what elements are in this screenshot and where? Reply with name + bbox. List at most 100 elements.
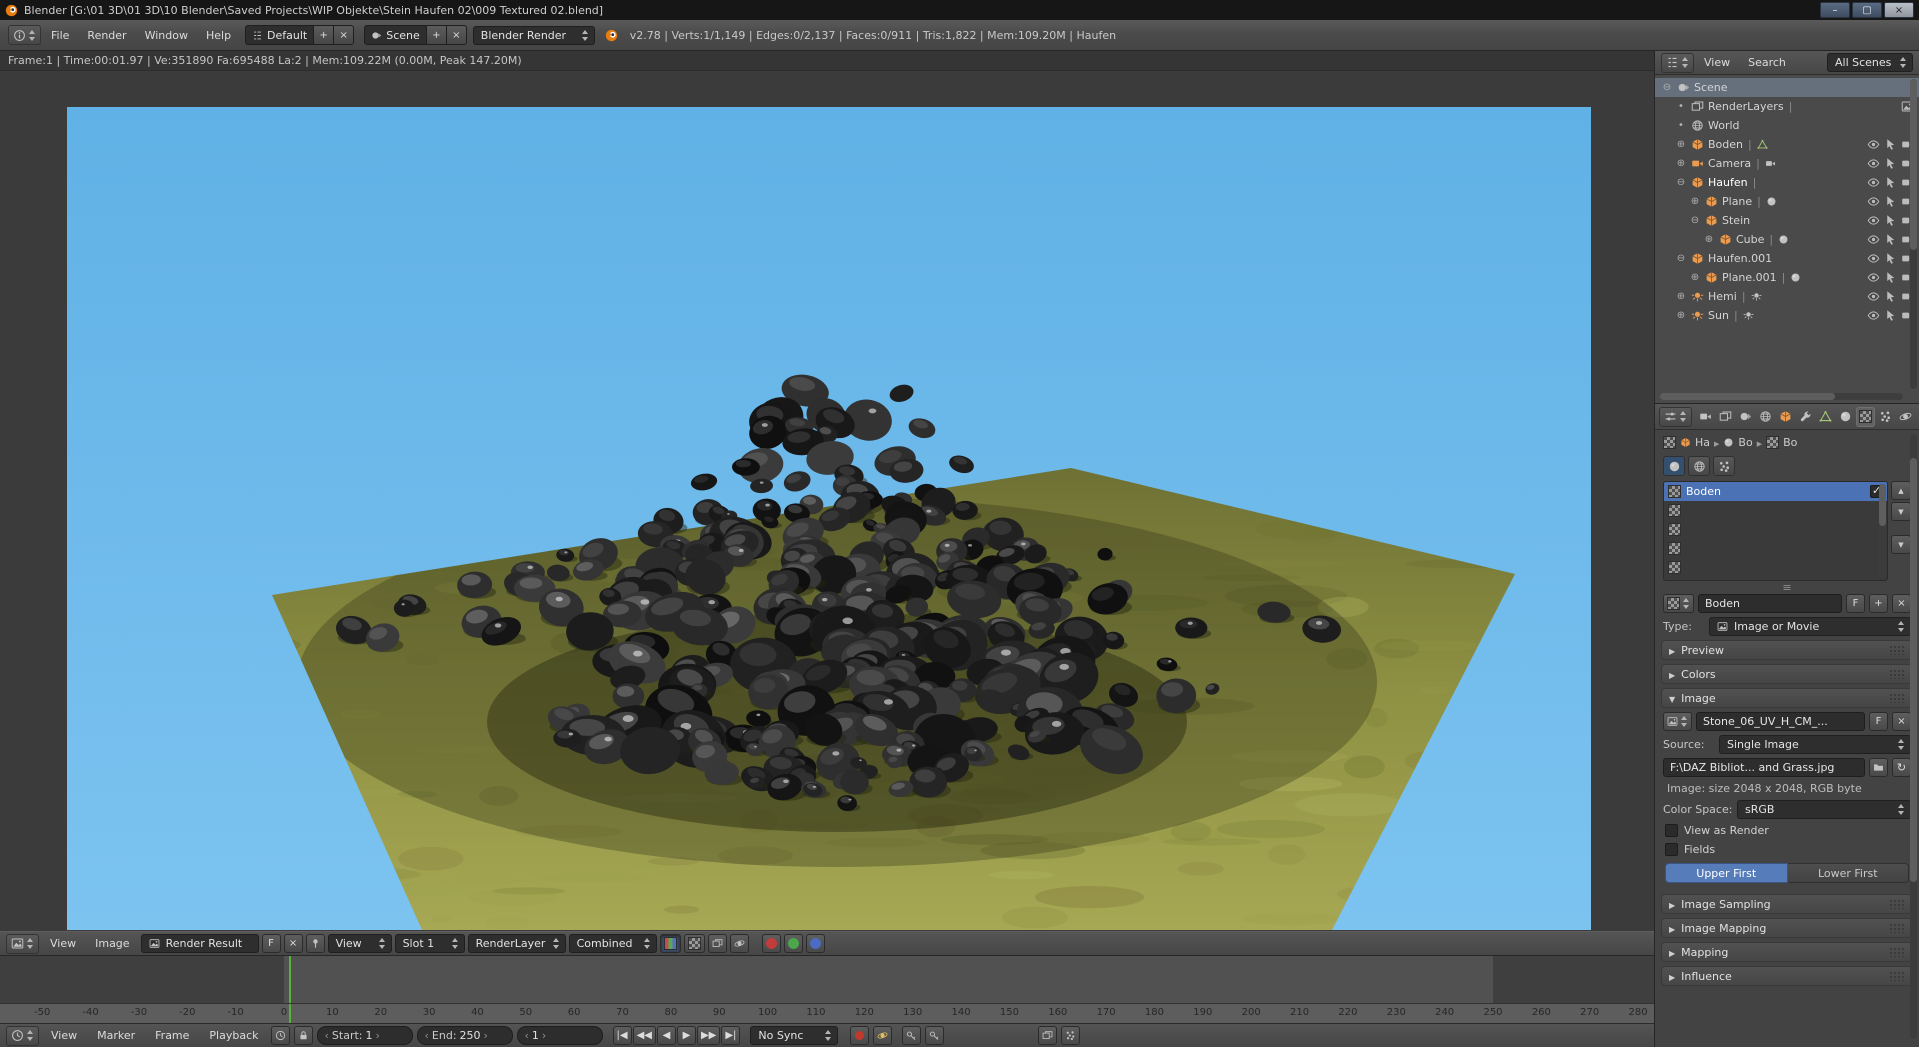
current-frame-field[interactable]: 1 xyxy=(516,1026,603,1045)
section-image-mapping[interactable]: Image Mapping xyxy=(1661,918,1913,938)
selectability-cursor-icon[interactable] xyxy=(1884,195,1897,208)
outliner-display-selector[interactable]: All Scenes xyxy=(1827,53,1913,72)
image-name-field[interactable]: Stone_06_UV_H_CM_... xyxy=(1696,712,1865,731)
tab-render[interactable] xyxy=(1696,407,1715,427)
disclosure-icon[interactable] xyxy=(1661,82,1673,93)
texture-slot-list[interactable]: Boden xyxy=(1663,481,1888,581)
section-preview[interactable]: Preview xyxy=(1661,640,1913,660)
tab-physics[interactable] xyxy=(1896,407,1915,427)
layout-field[interactable]: Default xyxy=(245,25,315,45)
timeline-ruler[interactable]: -50 -40 -30 -20 -10 0 10 20 30 40 50 60 70 80 90 100 110… xyxy=(0,1004,1654,1024)
next-keyframe-button[interactable]: ▶▶ xyxy=(696,1026,721,1045)
disclosure-icon[interactable] xyxy=(1675,253,1687,264)
render-engine-selector[interactable]: Blender Render xyxy=(472,25,595,45)
tab-modifiers[interactable] xyxy=(1796,407,1815,427)
menu-help[interactable]: Help xyxy=(198,26,239,45)
scene-field[interactable]: Scene xyxy=(364,25,427,45)
properties-scrollbar[interactable] xyxy=(1910,434,1917,1039)
play-button[interactable]: ▶ xyxy=(676,1026,696,1045)
breadcrumb-material[interactable]: Bo xyxy=(1738,436,1752,449)
render-pass-selector[interactable]: Combined xyxy=(568,934,657,953)
minimize-button[interactable]: – xyxy=(1820,2,1850,18)
disclosure-icon[interactable] xyxy=(1703,234,1715,245)
texture-slot-empty[interactable] xyxy=(1664,539,1887,558)
visibility-eye-icon[interactable] xyxy=(1867,157,1880,170)
section-influence[interactable]: Influence xyxy=(1661,966,1913,986)
disclosure-icon[interactable] xyxy=(1689,196,1701,207)
visibility-eye-icon[interactable] xyxy=(1867,233,1880,246)
world-texture-context-button[interactable] xyxy=(1688,456,1710,476)
visibility-eye-icon[interactable] xyxy=(1867,176,1880,189)
tab-texture[interactable] xyxy=(1856,406,1875,427)
material-texture-context-button[interactable] xyxy=(1663,456,1685,476)
timeline-extra-button-1[interactable] xyxy=(1038,1026,1058,1045)
tab-world[interactable] xyxy=(1756,407,1775,427)
menu-render[interactable]: Render xyxy=(79,26,134,45)
channel-red-button[interactable] xyxy=(761,934,781,953)
scene-remove-button[interactable]: × xyxy=(446,25,467,45)
tab-scene[interactable] xyxy=(1736,407,1755,427)
tab-particles[interactable] xyxy=(1876,407,1895,427)
menu-window[interactable]: Window xyxy=(137,26,196,45)
jump-to-end-button[interactable]: ▶| xyxy=(721,1026,741,1045)
timeline-menu-marker[interactable]: Marker xyxy=(89,1026,143,1045)
disclosure-icon[interactable] xyxy=(1675,177,1687,188)
texture-slot-empty[interactable] xyxy=(1664,501,1887,520)
lock-toggle[interactable] xyxy=(293,1026,313,1045)
reload-image-button[interactable] xyxy=(1892,758,1911,777)
section-mapping[interactable]: Mapping xyxy=(1661,942,1913,962)
other-texture-context-button[interactable] xyxy=(1713,456,1735,476)
image-pin-button[interactable] xyxy=(305,934,325,953)
disclosure-icon[interactable] xyxy=(1675,310,1687,321)
jump-to-start-button[interactable]: |◀ xyxy=(612,1026,632,1045)
current-frame-line[interactable] xyxy=(288,956,291,1003)
draw-channel-z-button[interactable] xyxy=(729,934,749,953)
channel-green-button[interactable] xyxy=(783,934,803,953)
image-fake-user-button[interactable]: F xyxy=(261,934,281,953)
tab-object-data[interactable] xyxy=(1816,407,1835,427)
disclosure-icon[interactable] xyxy=(1675,139,1687,150)
editor-type-image-button[interactable] xyxy=(6,933,39,954)
layout-add-button[interactable]: + xyxy=(314,25,335,45)
disclosure-icon[interactable] xyxy=(1675,158,1687,169)
outliner-row-renderlayers[interactable]: RenderLayers | xyxy=(1655,97,1919,116)
texture-browse-button[interactable] xyxy=(1663,594,1694,613)
outliner-row-sun[interactable]: Sun | xyxy=(1655,306,1919,325)
editor-mode-selector[interactable]: View xyxy=(327,934,392,953)
selectability-cursor-icon[interactable] xyxy=(1884,138,1897,151)
texture-fake-user-button[interactable]: F xyxy=(1846,594,1865,613)
color-space-selector[interactable]: sRGB xyxy=(1737,800,1911,819)
selectability-cursor-icon[interactable] xyxy=(1884,309,1897,322)
disclosure-icon[interactable] xyxy=(1689,215,1701,226)
outliner-hscrollbar[interactable] xyxy=(1660,393,1903,400)
outliner-row-haufen-001[interactable]: Haufen.001 xyxy=(1655,249,1919,268)
frame-start-field[interactable]: Start: 1 xyxy=(316,1026,413,1045)
breadcrumb-texture[interactable]: Bo xyxy=(1783,436,1797,449)
auto-keyframe-button[interactable] xyxy=(850,1026,870,1045)
texture-type-selector[interactable]: Image or Movie xyxy=(1709,617,1911,636)
prev-keyframe-button[interactable]: ◀◀ xyxy=(632,1026,656,1045)
open-file-button[interactable] xyxy=(1869,758,1888,777)
disclosure-icon[interactable] xyxy=(1675,291,1687,302)
texture-new-button[interactable]: + xyxy=(1869,594,1888,613)
image-source-selector[interactable]: Single Image xyxy=(1719,735,1911,754)
visibility-eye-icon[interactable] xyxy=(1867,309,1880,322)
visibility-eye-icon[interactable] xyxy=(1867,252,1880,265)
outliner-row-boden[interactable]: Boden | xyxy=(1655,135,1919,154)
breadcrumb-object[interactable]: Ha xyxy=(1695,436,1710,449)
uv-menu-view[interactable]: View xyxy=(42,934,84,953)
section-image[interactable]: Image xyxy=(1661,688,1913,708)
uv-menu-image[interactable]: Image xyxy=(87,934,137,953)
texture-slot-active[interactable]: Boden xyxy=(1664,482,1887,501)
outliner-row-cube[interactable]: Cube | xyxy=(1655,230,1919,249)
selectability-cursor-icon[interactable] xyxy=(1884,271,1897,284)
section-image-sampling[interactable]: Image Sampling xyxy=(1661,894,1913,914)
texture-slot-empty[interactable] xyxy=(1664,558,1887,577)
tab-object[interactable] xyxy=(1776,407,1795,427)
insert-keyframe-button[interactable] xyxy=(902,1026,922,1045)
upper-first-button[interactable]: Upper First xyxy=(1665,863,1788,883)
slot-move-down-button[interactable] xyxy=(1891,502,1911,521)
slot-specials-menu-button[interactable] xyxy=(1891,535,1911,554)
outliner-menu-search[interactable]: Search xyxy=(1740,53,1794,72)
texture-unlink-button[interactable]: × xyxy=(1892,594,1911,613)
